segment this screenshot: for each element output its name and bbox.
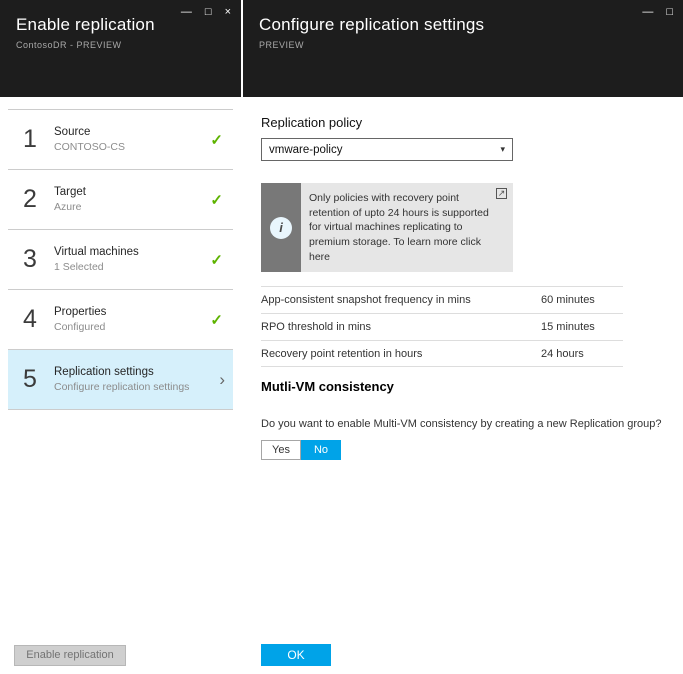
right-blade-content: Replication policy vmware-policy ▾ i Onl… — [243, 97, 683, 478]
multi-vm-consistency-question: Do you want to enable Multi-VM consisten… — [261, 418, 665, 430]
info-box: i Only policies with recovery point rete… — [261, 183, 513, 272]
step-target[interactable]: 2 Target Azure ✓ — [8, 170, 233, 230]
multi-vm-consistency-heading: Mutli-VM consistency — [261, 379, 665, 394]
step-text: Replication settings Configure replicati… — [46, 366, 219, 393]
right-blade-header: Configure replication settings PREVIEW —… — [243, 0, 683, 97]
policy-settings-table: App-consistent snapshot frequency in min… — [261, 286, 623, 367]
close-icon[interactable]: × — [225, 5, 231, 19]
step-detail: CONTOSO-CS — [54, 141, 210, 153]
configure-replication-settings-blade: Configure replication settings PREVIEW —… — [243, 0, 683, 674]
step-number: 5 — [14, 365, 46, 394]
chevron-down-icon: ▾ — [500, 144, 505, 155]
setting-value: 15 minutes — [541, 321, 623, 333]
check-icon: ✓ — [210, 191, 223, 209]
step-replication-settings[interactable]: 5 Replication settings Configure replica… — [8, 350, 233, 410]
right-blade-title: Configure replication settings — [259, 15, 667, 35]
step-number: 1 — [14, 125, 46, 154]
step-text: Source CONTOSO-CS — [46, 126, 210, 153]
step-source[interactable]: 1 Source CONTOSO-CS ✓ — [8, 110, 233, 170]
right-blade-subtitle: PREVIEW — [259, 40, 667, 50]
left-window-controls: — □ × — [181, 5, 231, 19]
step-detail: Configured — [54, 321, 210, 333]
info-icon-panel: i — [261, 183, 301, 272]
step-number: 4 — [14, 305, 46, 334]
chevron-right-icon: › — [219, 370, 225, 390]
right-window-controls: — □ — [642, 5, 673, 19]
check-icon: ✓ — [210, 311, 223, 329]
step-label: Properties — [54, 306, 210, 318]
replication-policy-dropdown[interactable]: vmware-policy ▾ — [261, 138, 513, 161]
wizard-steps: 1 Source CONTOSO-CS ✓ 2 Target Azure ✓ 3… — [8, 109, 233, 410]
enable-replication-blade: Enable replication ContosoDR - PREVIEW —… — [0, 0, 241, 674]
maximize-icon[interactable]: □ — [666, 5, 673, 19]
minimize-icon[interactable]: — — [642, 5, 653, 19]
step-detail: Azure — [54, 201, 210, 213]
no-button[interactable]: No — [301, 440, 341, 460]
check-icon: ✓ — [210, 131, 223, 149]
step-properties[interactable]: 4 Properties Configured ✓ — [8, 290, 233, 350]
step-text: Properties Configured — [46, 306, 210, 333]
table-row: RPO threshold in mins 15 minutes — [261, 313, 623, 340]
setting-value: 24 hours — [541, 348, 623, 360]
left-blade-header: Enable replication ContosoDR - PREVIEW —… — [0, 0, 241, 97]
step-number: 2 — [14, 185, 46, 214]
setting-label: RPO threshold in mins — [261, 321, 541, 333]
step-number: 3 — [14, 245, 46, 274]
multi-vm-toggle: Yes No — [261, 440, 665, 460]
table-row: App-consistent snapshot frequency in min… — [261, 286, 623, 313]
enable-replication-button[interactable]: Enable replication — [14, 645, 126, 666]
ok-button[interactable]: OK — [261, 644, 331, 666]
setting-label: Recovery point retention in hours — [261, 348, 541, 360]
info-text: Only policies with recovery point retent… — [301, 183, 513, 272]
minimize-icon[interactable]: — — [181, 5, 192, 19]
left-blade-subtitle: ContosoDR - PREVIEW — [16, 40, 225, 50]
setting-label: App-consistent snapshot frequency in min… — [261, 294, 541, 306]
yes-button[interactable]: Yes — [261, 440, 301, 460]
setting-value: 60 minutes — [541, 294, 623, 306]
step-virtual-machines[interactable]: 3 Virtual machines 1 Selected ✓ — [8, 230, 233, 290]
maximize-icon[interactable]: □ — [205, 5, 212, 19]
info-icon: i — [270, 217, 292, 239]
check-icon: ✓ — [210, 251, 223, 269]
step-text: Target Azure — [46, 186, 210, 213]
external-link-icon[interactable]: ↗ — [496, 188, 507, 199]
table-row: Recovery point retention in hours 24 hou… — [261, 340, 623, 367]
step-text: Virtual machines 1 Selected — [46, 246, 210, 273]
step-label: Source — [54, 126, 210, 138]
step-detail: 1 Selected — [54, 261, 210, 273]
replication-policy-label: Replication policy — [261, 115, 665, 130]
step-label: Target — [54, 186, 210, 198]
step-detail: Configure replication settings — [54, 381, 219, 393]
step-label: Virtual machines — [54, 246, 210, 258]
replication-policy-value: vmware-policy — [269, 144, 343, 156]
step-label: Replication settings — [54, 366, 219, 378]
